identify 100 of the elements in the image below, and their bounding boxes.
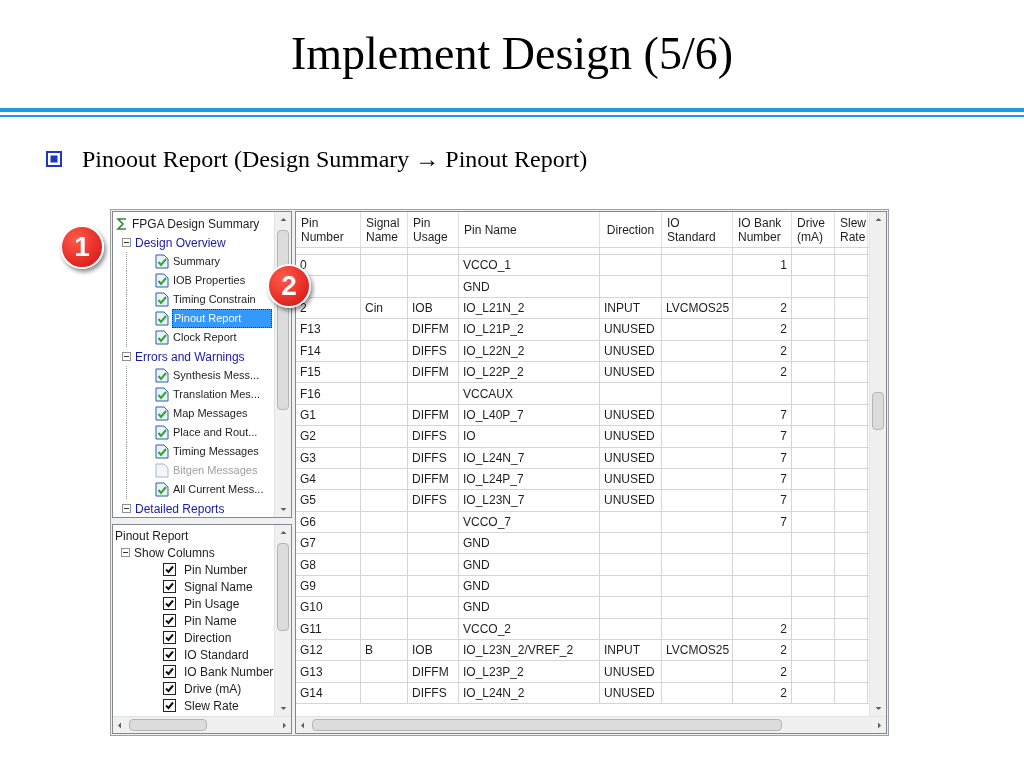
table-cell-text: Cin bbox=[365, 299, 383, 317]
table-cell-text: F14 bbox=[300, 342, 321, 360]
tree-item[interactable]: Timing Constrain bbox=[172, 291, 257, 308]
table-cell-text: 2 bbox=[780, 620, 787, 638]
table-cell-text: G13 bbox=[300, 663, 323, 681]
table-cell-text: IO_L24N_7 bbox=[463, 449, 525, 467]
column-header[interactable]: Pin Usage bbox=[408, 212, 459, 247]
table-cell-text: GND bbox=[463, 599, 490, 617]
table-cell-text: 7 bbox=[780, 428, 787, 446]
table-cell-text: GND bbox=[463, 578, 490, 596]
checked-checkbox-icon[interactable] bbox=[163, 614, 176, 627]
column-header[interactable]: Signal Name bbox=[361, 212, 408, 247]
tree-item[interactable]: Summary bbox=[172, 253, 222, 270]
checked-checkbox-icon[interactable] bbox=[163, 665, 176, 678]
table-cell-text: VCCO_1 bbox=[463, 257, 512, 275]
horizontal-scrollbar[interactable] bbox=[113, 716, 291, 733]
column-header[interactable]: Direction bbox=[600, 212, 662, 247]
table-cell-text: DIFFM bbox=[412, 364, 449, 382]
table-cell-text: GND bbox=[463, 278, 490, 296]
table-cell-text: G11 bbox=[300, 620, 322, 638]
collapse-icon[interactable] bbox=[121, 548, 130, 557]
column-option[interactable]: Pin Usage bbox=[184, 594, 240, 613]
panel-title: Pinout Report bbox=[115, 527, 189, 545]
table-cell-text: 7 bbox=[780, 471, 787, 489]
tree-item[interactable]: Place and Rout... bbox=[172, 424, 259, 441]
column-header[interactable]: Pin Name bbox=[459, 212, 600, 247]
table-cell-text: IO_L21N_2 bbox=[463, 299, 525, 317]
table-cell-text: IO_L22N_2 bbox=[463, 342, 525, 360]
table-cell-text: UNUSED bbox=[604, 685, 655, 702]
bullet-icon bbox=[46, 151, 62, 167]
table-cell-text: G9 bbox=[300, 578, 316, 596]
scroll-thumb[interactable] bbox=[277, 543, 289, 631]
table-cell-text: G10 bbox=[300, 599, 323, 617]
table-cell-text: UNUSED bbox=[604, 428, 655, 446]
table-cell-text: IOB bbox=[412, 299, 433, 317]
horizontal-scrollbar[interactable] bbox=[296, 716, 886, 733]
column-option[interactable]: Pin Number bbox=[184, 560, 248, 579]
checked-checkbox-icon[interactable] bbox=[163, 631, 176, 644]
table-cell-text: DIFFS bbox=[412, 342, 447, 360]
table-cell-text: IO_L23N_7 bbox=[463, 492, 525, 510]
table-cell-text: 7 bbox=[780, 492, 787, 510]
tree-item[interactable]: Clock Report bbox=[172, 329, 238, 346]
checked-checkbox-icon[interactable] bbox=[163, 563, 176, 576]
table-cell-text: 7 bbox=[780, 406, 787, 424]
table-cell-text: IO bbox=[463, 428, 476, 446]
column-option[interactable]: IO Standard bbox=[184, 645, 249, 664]
tree-group[interactable]: Detailed Reports bbox=[135, 499, 225, 517]
table-cell-text: G3 bbox=[300, 449, 316, 467]
table-cell-text: DIFFS bbox=[412, 685, 447, 702]
checked-checkbox-icon[interactable] bbox=[163, 682, 176, 695]
table-cell-text: UNUSED bbox=[604, 342, 655, 360]
tree-root[interactable]: FPGA Design Summary bbox=[132, 215, 260, 233]
tree-item[interactable]: Timing Messages bbox=[172, 443, 260, 460]
table-cell-text: IO_L22P_2 bbox=[463, 364, 524, 382]
vertical-scrollbar[interactable] bbox=[869, 212, 886, 716]
tree-item[interactable]: Synthesis Mess... bbox=[172, 367, 261, 384]
tree-item[interactable]: IOB Properties bbox=[172, 272, 247, 289]
table-cell-text: G6 bbox=[300, 513, 316, 531]
table-cell-text: IO_L21P_2 bbox=[463, 321, 524, 339]
vertical-scrollbar[interactable] bbox=[274, 525, 291, 716]
table-cell-text: 2 bbox=[780, 321, 787, 339]
checked-checkbox-icon[interactable] bbox=[163, 580, 176, 593]
table-cell-text: DIFFM bbox=[412, 406, 449, 424]
table-cell-text: G2 bbox=[300, 428, 316, 446]
table-cell-text: DIFFM bbox=[412, 471, 449, 489]
checked-checkbox-icon[interactable] bbox=[163, 648, 176, 661]
table-cell-text: GND bbox=[463, 535, 490, 553]
scroll-thumb[interactable] bbox=[872, 392, 884, 430]
tree-item[interactable]: Map Messages bbox=[172, 405, 249, 422]
column-header[interactable]: Drive (mA) bbox=[792, 212, 835, 247]
tree-item[interactable]: All Current Mess... bbox=[172, 481, 265, 498]
table-cell-text: G7 bbox=[300, 535, 316, 553]
column-header[interactable]: IO Standard bbox=[662, 212, 733, 247]
table-cell-text: UNUSED bbox=[604, 321, 655, 339]
scroll-thumb[interactable] bbox=[129, 719, 207, 731]
collapse-icon[interactable] bbox=[122, 504, 131, 513]
collapse-icon[interactable] bbox=[122, 238, 131, 247]
table-cell-text: DIFFS bbox=[412, 449, 447, 467]
checked-checkbox-icon[interactable] bbox=[163, 699, 176, 712]
table-cell-text: GND bbox=[463, 556, 490, 574]
checked-checkbox-icon[interactable] bbox=[163, 597, 176, 610]
column-option[interactable]: IO Bank Number bbox=[184, 662, 274, 681]
tree-item[interactable]: Translation Mes... bbox=[172, 386, 261, 403]
column-option[interactable]: Direction bbox=[184, 628, 232, 647]
column-header[interactable]: Slew Rate bbox=[835, 212, 868, 247]
column-option[interactable]: Signal Name bbox=[184, 577, 253, 596]
tree-group[interactable]: Design Overview bbox=[135, 233, 226, 252]
column-option[interactable]: Drive (mA) bbox=[184, 679, 242, 698]
column-option[interactable]: Slew Rate bbox=[184, 696, 239, 715]
collapse-icon[interactable] bbox=[122, 352, 131, 361]
table-cell-text: 2 bbox=[780, 642, 787, 660]
column-option[interactable]: Pin Name bbox=[184, 611, 237, 630]
tree-group[interactable]: Errors and Warnings bbox=[135, 347, 245, 366]
table-cell-text: 7 bbox=[780, 449, 787, 467]
column-header[interactable]: Pin Number bbox=[296, 212, 361, 247]
table-cell-text: IO_L23P_2 bbox=[463, 663, 524, 681]
table-cell-text: UNUSED bbox=[604, 406, 655, 424]
column-header[interactable]: IO Bank Number bbox=[733, 212, 792, 247]
tree-group[interactable]: Show Columns bbox=[134, 543, 215, 562]
scroll-thumb[interactable] bbox=[312, 719, 782, 731]
